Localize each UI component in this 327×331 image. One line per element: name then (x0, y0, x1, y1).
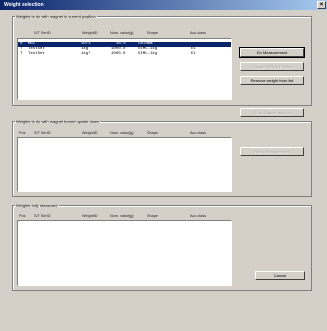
col-weightid: WeightID (82, 31, 98, 35)
row-acc: E1 (191, 52, 196, 56)
col-pos: Pos (19, 214, 26, 218)
group-fully-measured-legend: Weights fully measured (16, 203, 58, 208)
do-measurement-button[interactable]: Do Measurement (239, 47, 305, 58)
row-pos: T (20, 52, 23, 56)
redo-measurement-button[interactable]: Redo Measurement (240, 147, 304, 156)
col-nom: Nom. value[g] (110, 214, 134, 218)
remove-weight-button[interactable]: Remove weight from list (240, 76, 304, 85)
row-serid: TestSet (28, 52, 45, 56)
col-shape: Shape (147, 31, 158, 35)
col-weightid: WeightID (82, 131, 98, 135)
col-acc: Acc.class (190, 214, 207, 218)
col-shape: Shape (147, 131, 158, 135)
window-title: Weight selection (4, 2, 44, 8)
col-acc: Acc.class (190, 131, 207, 135)
col-serid: S/T SerID (34, 214, 51, 218)
close-icon: × (319, 2, 324, 8)
col-shape: Shape (147, 214, 158, 218)
list-fully-measured[interactable] (17, 220, 232, 286)
table-row[interactable]: T TestSet 1kg* 1000.0 OIML-1kg E1 (18, 52, 231, 57)
close-button[interactable]: × (317, 1, 326, 9)
row-shape: OIML-1kg (138, 52, 158, 56)
cancel-button[interactable]: Cancel (255, 271, 305, 280)
col-serid: S/T SerID (34, 31, 51, 35)
col-pos: Pos (19, 131, 26, 135)
title-bar: Weight selection × (0, 0, 327, 10)
col-nom: Nom. value[g] (110, 31, 134, 35)
row-weightid: 1kg* (81, 52, 91, 56)
col-nom: Nom. value[g] (110, 131, 134, 135)
turn-magnet-button[interactable]: Turn Magnet upside (240, 108, 304, 117)
group-current-position-legend: Weights to do with magnet in current pos… (16, 14, 96, 19)
group-upside-down-legend: Weights to do with magnet turned upside … (16, 119, 100, 124)
list-current-position[interactable]: 0 MRI 10/1 10.0 Cal0mm T TestSet 1kg 100… (17, 38, 232, 100)
change-weight-position-button[interactable]: Change Weight Position (240, 62, 304, 71)
col-serid: S/T SerID (34, 131, 51, 135)
col-acc: Acc.class (190, 31, 207, 35)
list-upside-down[interactable] (17, 137, 232, 192)
col-weightid: WeightID (82, 214, 98, 218)
row-nom: 1000.0 (111, 52, 126, 56)
